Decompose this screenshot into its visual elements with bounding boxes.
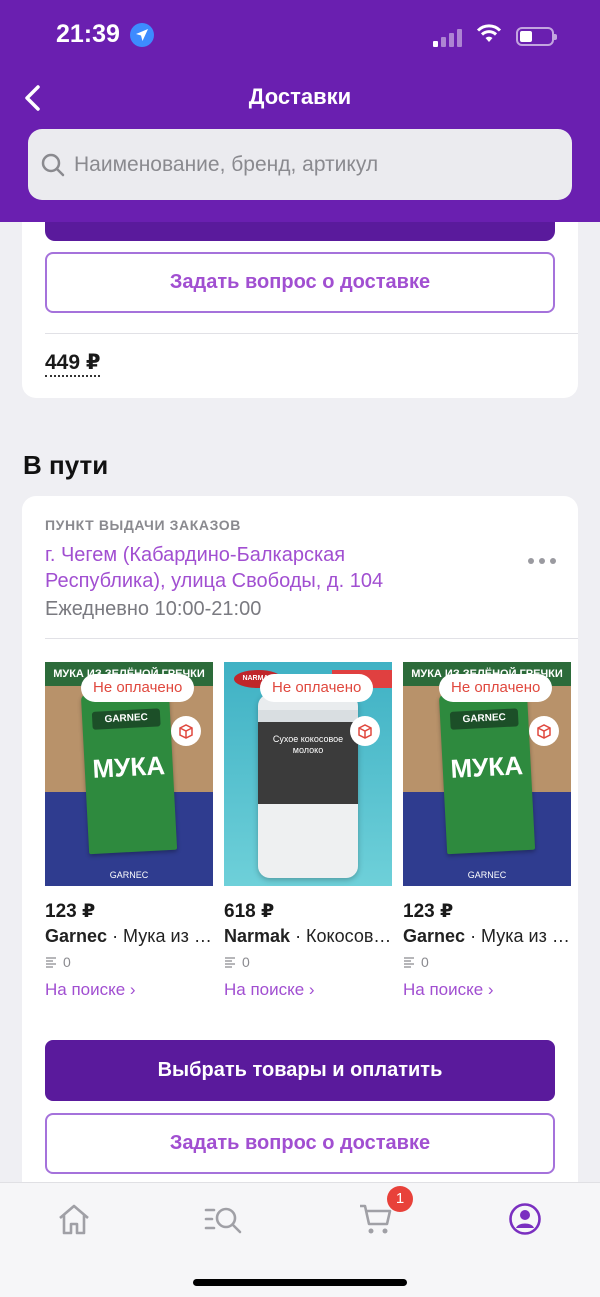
unpaid-badge: Не оплачено [81, 674, 195, 702]
product-image[interactable]: NARMAK Сухое кокосовое молоко Не оплачен… [224, 662, 392, 886]
ask-question-button[interactable]: Задать вопрос о доставке [45, 252, 555, 313]
product-card[interactable]: NARMAK Сухое кокосовое молоко Не оплачен… [224, 662, 392, 999]
product-count: 0 [421, 954, 429, 970]
product-card[interactable]: МУКА ИЗ ЗЕЛЁНОЙ ГРЕЧКИ GARNECМУКА GARNEC… [403, 662, 571, 999]
product-count: 0 [63, 954, 71, 970]
pickup-label: ПУНКТ ВЫДАЧИ ЗАКАЗОВ [45, 517, 241, 533]
tab-home[interactable] [54, 1199, 94, 1239]
page-title: Доставки [248, 84, 352, 109]
status-time: 21:39 [56, 20, 120, 48]
cart-count-badge: 1 [387, 1186, 413, 1212]
oversize-box-icon [350, 716, 380, 746]
search-icon [41, 153, 65, 176]
product-image[interactable]: МУКА ИЗ ЗЕЛЁНОЙ ГРЕЧКИ GARNECМУКА GARNEC… [403, 662, 571, 886]
wifi-icon [476, 24, 502, 49]
delivery-total[interactable]: 449 ₽ [45, 351, 101, 377]
home-icon [59, 1204, 89, 1235]
nav-bar: Доставки [0, 70, 600, 126]
product-count: 0 [242, 954, 250, 970]
list-icon [225, 957, 235, 968]
product-status-link[interactable]: На поиске › [45, 980, 136, 1000]
divider [45, 333, 578, 334]
product-image[interactable]: МУКА ИЗ ЗЕЛЁНОЙ ГРЕЧКИ GARNECМУКА GARNEC… [45, 662, 213, 886]
product-card[interactable]: МУКА ИЗ ЗЕЛЁНОЙ ГРЕЧКИ GARNECМУКА GARNEC… [45, 662, 213, 999]
product-price: 123 ₽ [403, 901, 454, 922]
product-name: · Мука из зелёной гречки [470, 926, 571, 946]
product-brand: Narmak [224, 926, 291, 946]
battery-icon [516, 27, 557, 46]
more-dots-icon [528, 558, 534, 564]
tab-catalog[interactable] [204, 1199, 244, 1239]
oversize-box-icon [171, 716, 201, 746]
tab-profile[interactable] [505, 1199, 545, 1239]
product-brand: Garnec [45, 926, 108, 946]
product-brand: Garnec [403, 926, 466, 946]
ask-question-button[interactable]: Задать вопрос о доставке [45, 1113, 555, 1174]
list-icon [46, 957, 56, 968]
product-name: · Мука из зелёной гречки [112, 926, 213, 946]
product-carousel[interactable]: МУКА ИЗ ЗЕЛЁНОЙ ГРЕЧКИ GARNECМУКА GARNEC… [45, 662, 578, 1002]
home-indicator [193, 1279, 407, 1286]
unpaid-badge: Не оплачено [439, 674, 553, 702]
app-header: 21:39 Доставки [0, 0, 600, 222]
section-title-in-transit: В пути [23, 450, 109, 480]
unpaid-badge: Не оплачено [260, 674, 374, 702]
more-options-button[interactable] [528, 558, 556, 564]
catalog-search-icon [204, 1207, 242, 1234]
search-bar[interactable] [28, 129, 572, 200]
search-input[interactable] [74, 152, 554, 177]
profile-icon [509, 1203, 541, 1235]
oversize-box-icon [529, 716, 559, 746]
status-bar: 21:39 [0, 0, 600, 70]
product-price: 123 ₽ [45, 901, 96, 922]
pickup-address-link[interactable]: г. Чегем (Кабардино-Балкарская Республик… [45, 542, 465, 594]
location-arrow-icon [129, 22, 154, 47]
list-icon [404, 957, 414, 968]
signal-icon [433, 27, 462, 47]
select-and-pay-button[interactable]: Выбрать товары и оплатить [45, 1040, 555, 1101]
product-name: · Кокосовое молоко [295, 926, 392, 946]
product-status-link[interactable]: На поиске › [224, 980, 315, 1000]
product-status-link[interactable]: На поиске › [403, 980, 494, 1000]
pickup-hours: Ежедневно 10:00-21:00 [45, 598, 262, 620]
delivery-card-in-transit: ПУНКТ ВЫДАЧИ ЗАКАЗОВ г. Чегем (Кабардино… [22, 496, 578, 1216]
cart-icon [360, 1204, 392, 1234]
product-price: 618 ₽ [224, 901, 275, 922]
divider [45, 638, 578, 639]
